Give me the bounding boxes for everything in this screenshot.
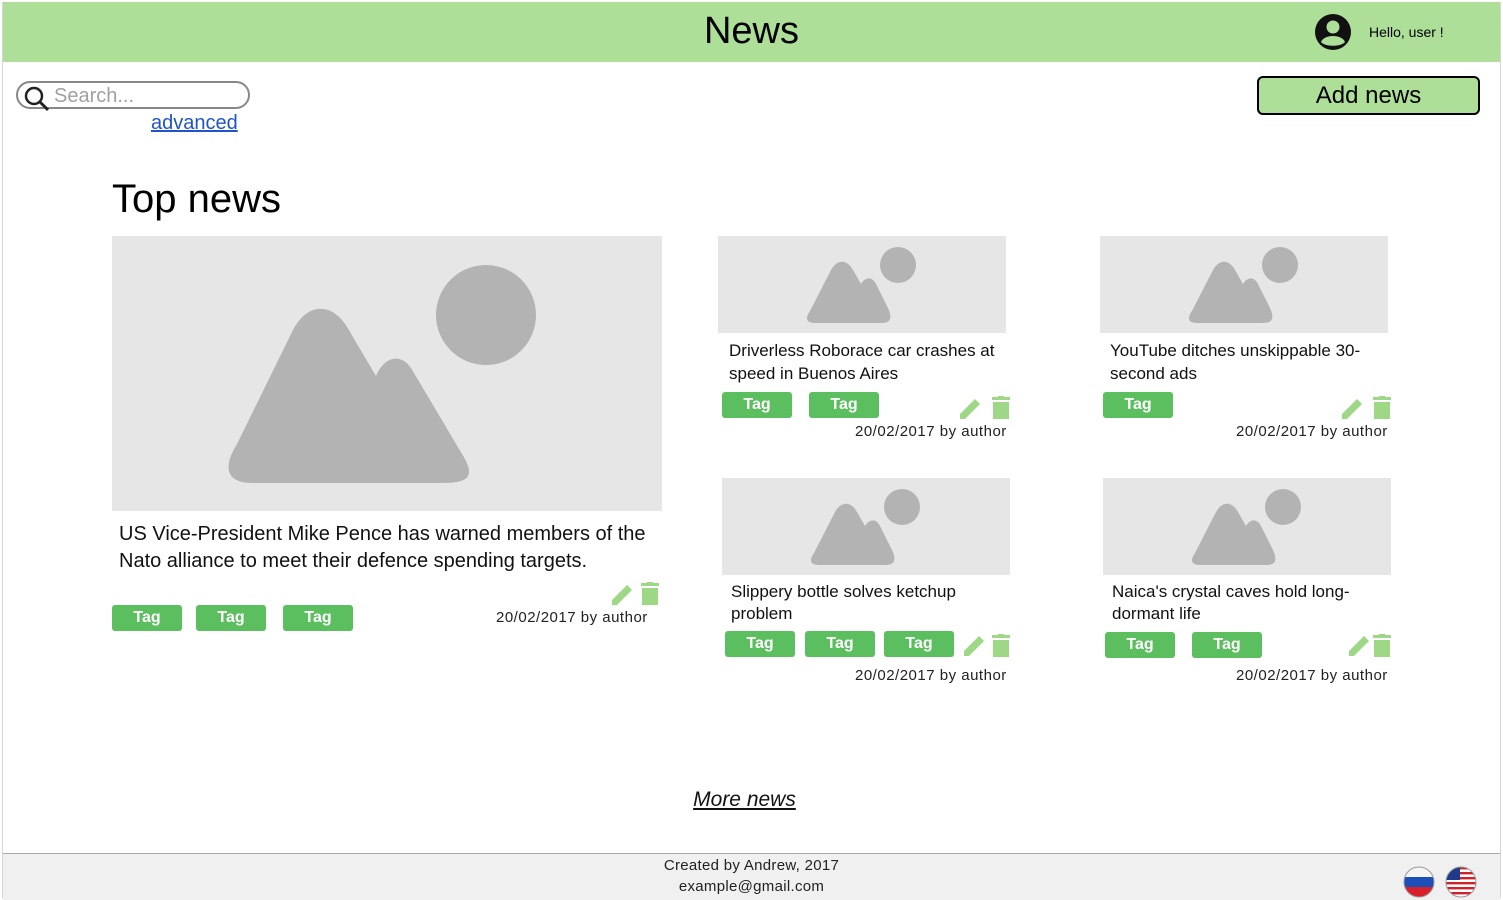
footer-email[interactable]: example@gmail.com — [3, 878, 1500, 895]
footer-credit: Created by Andrew, 2017 — [663, 857, 840, 874]
delete-trash-icon[interactable] — [1373, 396, 1391, 420]
article-headline[interactable]: Driverless Roborace car crashes at speed… — [729, 339, 1014, 385]
article-headline[interactable]: Naica's crystal caves hold long-dormant … — [1112, 581, 1392, 625]
russian-flag-icon[interactable] — [1403, 866, 1435, 898]
delete-trash-icon[interactable] — [992, 396, 1010, 420]
search-box — [16, 81, 250, 112]
delete-trash-icon[interactable] — [992, 634, 1010, 658]
image-placeholder-icon — [722, 478, 1010, 575]
article-meta: 20/02/2017 by author — [1236, 667, 1388, 684]
image-placeholder-icon — [718, 236, 1006, 333]
tag-badge[interactable]: Tag — [725, 631, 795, 657]
search-icon[interactable] — [23, 84, 51, 112]
article-meta: 20/02/2017 by author — [1236, 423, 1388, 440]
article-headline[interactable]: YouTube ditches unskippable 30-second ad… — [1110, 339, 1395, 385]
edit-pencil-icon[interactable] — [1346, 631, 1374, 659]
tag-badge[interactable]: Tag — [1103, 392, 1173, 418]
delete-trash-icon[interactable] — [641, 582, 659, 606]
edit-pencil-icon[interactable] — [1339, 394, 1367, 422]
add-news-button[interactable]: Add news — [1257, 76, 1480, 115]
edit-pencil-icon[interactable] — [609, 580, 637, 608]
tag-badge[interactable]: Tag — [805, 631, 875, 657]
tag-badge[interactable]: Tag — [196, 605, 266, 631]
delete-trash-icon[interactable] — [1373, 634, 1391, 658]
featured-headline[interactable]: US Vice-President Mike Pence has warned … — [119, 521, 659, 575]
section-title: Top news — [112, 177, 281, 221]
tag-badge[interactable]: Tag — [884, 631, 954, 657]
article-meta: 20/02/2017 by author — [855, 423, 1007, 440]
image-placeholder-icon — [112, 236, 662, 511]
tag-badge[interactable]: Tag — [722, 392, 792, 418]
article-meta: 20/02/2017 by author — [496, 609, 648, 626]
tag-badge[interactable]: Tag — [809, 392, 879, 418]
article-meta: 20/02/2017 by author — [855, 667, 1007, 684]
tag-badge[interactable]: Tag — [283, 605, 353, 631]
us-flag-icon[interactable] — [1445, 866, 1477, 898]
edit-pencil-icon[interactable] — [957, 394, 985, 422]
tag-badge[interactable]: Tag — [1192, 632, 1262, 658]
image-placeholder-icon — [1100, 236, 1388, 333]
tag-badge[interactable]: Tag — [1105, 632, 1175, 658]
image-placeholder-icon — [1103, 478, 1391, 575]
app-title: News — [703, 10, 800, 52]
header-bar: News Hello, user ! — [3, 2, 1500, 62]
footer: Created by Andrew, 2017 example@gmail.co… — [3, 853, 1500, 900]
advanced-search-link[interactable]: advanced — [151, 112, 238, 135]
search-input[interactable] — [54, 85, 239, 107]
edit-pencil-icon[interactable] — [961, 631, 989, 659]
user-greeting: Hello, user ! — [1369, 24, 1444, 40]
user-circle-icon[interactable] — [1314, 13, 1352, 51]
article-headline[interactable]: Slippery bottle solves ketchup problem — [731, 581, 1011, 625]
tag-badge[interactable]: Tag — [112, 605, 182, 631]
more-news-link[interactable]: More news — [0, 788, 1489, 812]
